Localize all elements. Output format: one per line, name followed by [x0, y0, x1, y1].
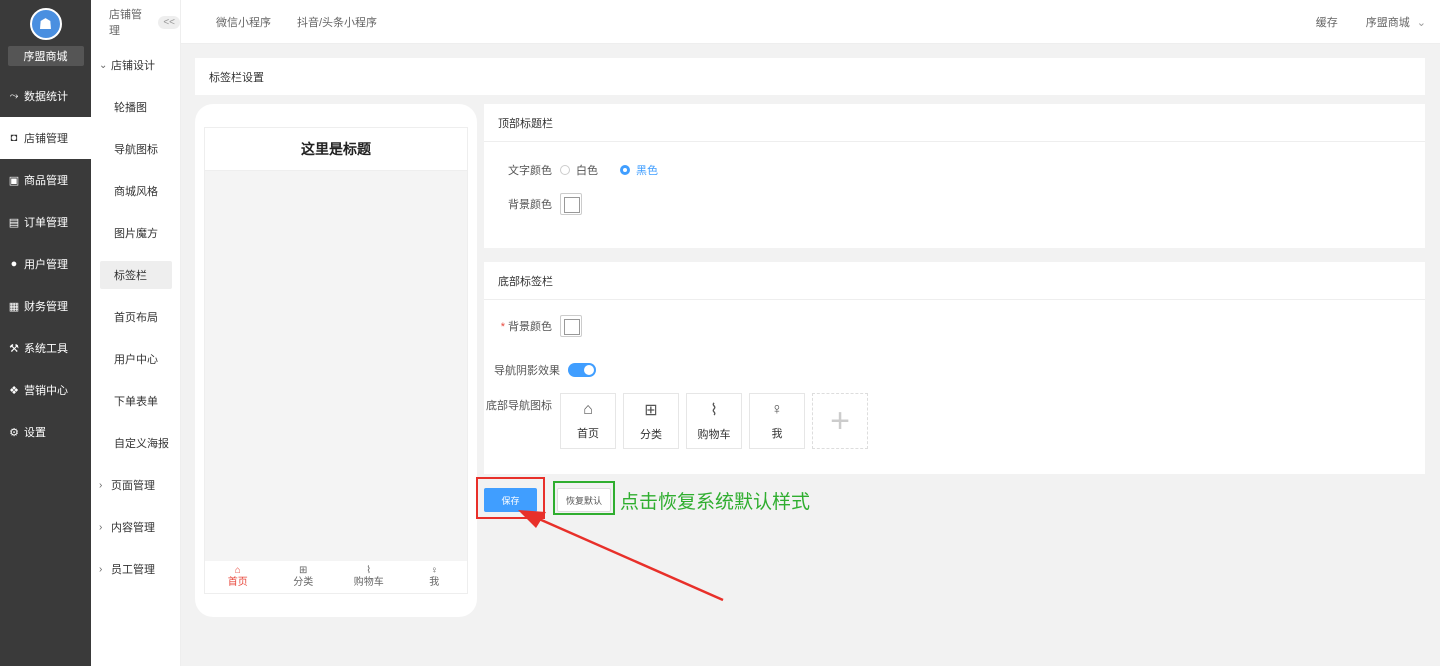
annotation-arrow: [518, 510, 724, 602]
